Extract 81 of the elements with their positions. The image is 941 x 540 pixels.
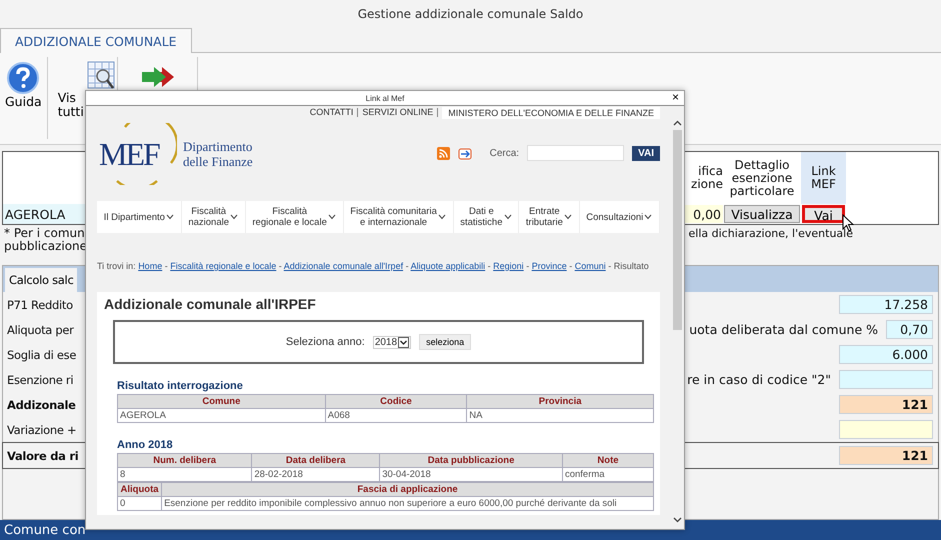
toolbar-button[interactable]: Guida [0, 57, 48, 139]
value-field[interactable]: 121 [839, 395, 933, 414]
column-header: ifica zione [690, 163, 723, 193]
section-tab[interactable]: Calcolo salc [5, 268, 78, 292]
search-button[interactable]: VAI [632, 146, 660, 160]
breadcrumb-link[interactable]: Aliquote applicabili [410, 261, 486, 271]
table-header: Codice [325, 394, 467, 408]
field-label: Soglia di ese [7, 348, 76, 362]
status-text: Comune con [4, 522, 86, 538]
column-header: Link MEF [801, 152, 846, 204]
field-label: Aliquota per [7, 322, 74, 336]
year-label: Seleziona anno: [286, 336, 365, 348]
value-field[interactable]: 6.000 [839, 345, 933, 364]
scroll-down-icon[interactable] [673, 517, 682, 523]
field-label: Addizonale [7, 398, 76, 412]
table-cell: AGEROLA [118, 408, 326, 422]
table-header: Note [562, 454, 654, 468]
value-field[interactable] [839, 420, 933, 439]
section-title: Anno 2018 [117, 439, 174, 451]
top-link[interactable]: CONTATTI [306, 108, 358, 117]
top-link[interactable]: SERVIZI ONLINE [358, 108, 438, 117]
section-title: Risultato interrogazione [117, 380, 244, 392]
field-label: Variazione + [7, 422, 76, 436]
chevron-icon [166, 214, 174, 220]
share-icon[interactable] [458, 146, 472, 160]
chevron-icon [230, 214, 238, 220]
field-label: Esenzione ri [7, 372, 74, 386]
help-icon [6, 61, 40, 95]
select-button[interactable]: seleziona [419, 334, 472, 350]
close-button[interactable]: × [672, 90, 679, 104]
chevron-icon [328, 214, 336, 220]
chevron-icon [504, 214, 512, 220]
field-label: P71 Reddito [7, 298, 73, 312]
view-button[interactable]: Visualizza [724, 205, 800, 223]
breadcrumb-link[interactable]: Addizionale comunale all'Irpef [284, 261, 404, 271]
table-header: Fascia di applicazione [162, 482, 654, 496]
note-text: * Per i comun pubblicazione [4, 227, 88, 255]
chevron-icon [564, 214, 572, 220]
breadcrumb-link[interactable]: Fiscalità regionale e locale [170, 261, 276, 271]
table-header: Provincia [466, 394, 654, 408]
chevron-icon [438, 214, 446, 220]
window-title: Gestione addizionale comunale Saldo [358, 7, 584, 21]
go-button[interactable]: Vai [802, 205, 845, 223]
search-field[interactable] [527, 145, 624, 161]
search-label: Cerca: [490, 148, 520, 158]
column-header: Dettaglio esenzione particolare [728, 156, 796, 200]
breadcrumb: Ti trovi in: Home - Fiscalità regionale e locale - Addizionale comunale all'Irpef - Aliquote applicabili - Regioni - Province - Comuni - Risultato [97, 261, 650, 272]
breadcrumb-link[interactable]: Regioni [493, 261, 524, 271]
ribbon-tab[interactable]: ADDIZIONALE COMUNALE [0, 28, 192, 53]
table-header: Aliquota [118, 482, 162, 496]
dropdown-icon [398, 336, 410, 348]
value-field[interactable] [839, 370, 933, 389]
department-name: Dipartimento delle Finanze [183, 139, 253, 169]
scroll-up-icon[interactable] [673, 120, 682, 126]
value-field[interactable]: 17.258 [839, 295, 933, 314]
note-text: ella dichiarazione, l'eventuale [688, 227, 854, 242]
table-cell: 0 [118, 496, 162, 510]
field-label: re in caso di codice "2" [687, 372, 831, 387]
page-heading: Addizionale comunale all'IRPEF [104, 296, 317, 312]
value-field[interactable]: 121 [839, 446, 933, 465]
table-header: Data pubblicazione [380, 454, 562, 468]
chevron-icon [644, 214, 652, 220]
table-cell: NA [466, 408, 654, 422]
value-field[interactable]: 0,70 [886, 320, 933, 339]
field-label: uota deliberata dal comune % [689, 322, 878, 337]
popup-title: Link al Mef [366, 94, 404, 102]
table-cell: Esenzione per reddito imponibile complessivo annuo non superiore a euro 6000,00 purché derivante da soli [162, 496, 654, 510]
table-cell: AGEROLA [3, 204, 86, 224]
table-cell: A068 [325, 408, 467, 422]
table-header: Num. delibera [118, 454, 252, 468]
breadcrumb-link[interactable]: Province [532, 261, 567, 271]
breadcrumb-link[interactable]: Home [138, 261, 162, 271]
forward-arrow-icon [140, 67, 174, 87]
scrollbar-thumb[interactable] [673, 130, 682, 330]
field-label: Valore da ri [7, 448, 78, 462]
table-header: Data delibera [252, 454, 380, 468]
breadcrumb-link[interactable]: Comuni [574, 261, 606, 271]
ministry-label: MINISTERO DELL'ECONOMIA E DELLE FINANZE [442, 106, 660, 118]
table-header: Comune [118, 394, 326, 408]
rss-icon[interactable] [436, 146, 450, 160]
year-select[interactable]: 2018 [372, 336, 412, 348]
